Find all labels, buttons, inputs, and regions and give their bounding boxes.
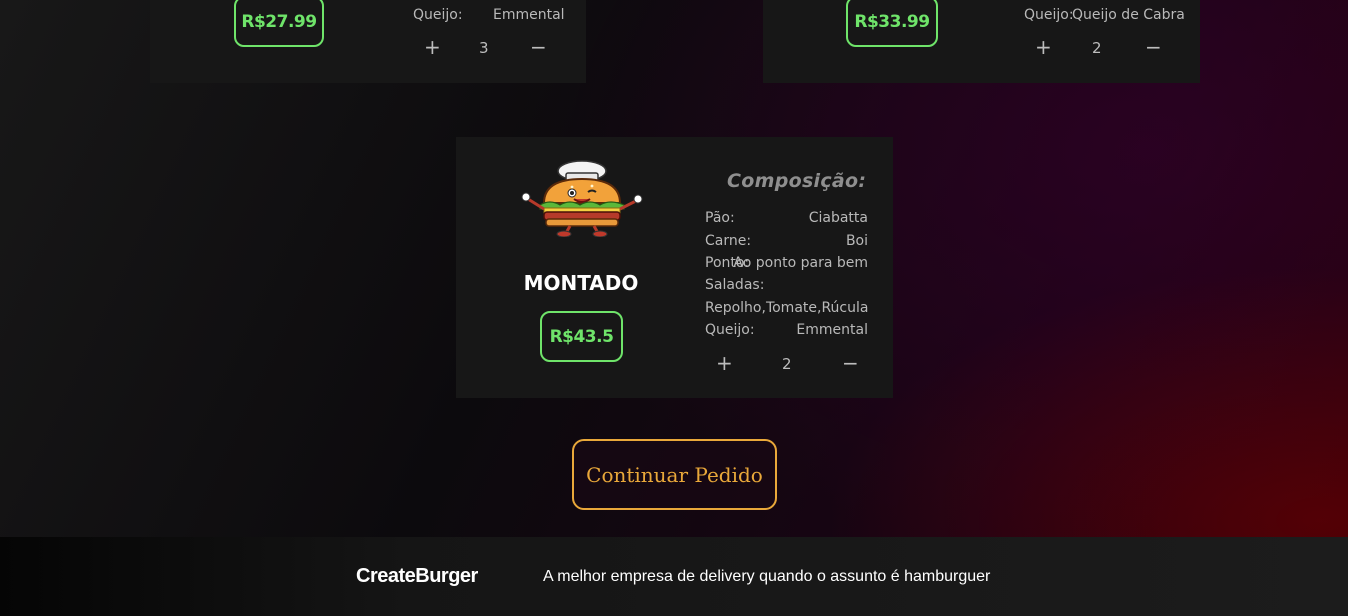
queijo-label: Queijo: <box>705 322 755 338</box>
decrease-quantity-button[interactable]: − <box>530 37 547 57</box>
burger-chef-mascot-icon <box>521 160 643 237</box>
increase-quantity-button[interactable]: + <box>424 37 441 57</box>
decrease-quantity-button[interactable]: − <box>1145 37 1162 57</box>
price-badge: R$43.5 <box>540 311 623 362</box>
queijo-label: Queijo: <box>413 7 463 23</box>
burger-card-top-right: R$33.99 Queijo: Queijo de Cabra + 2 − <box>763 0 1200 83</box>
quantity-value: 2 <box>782 355 792 373</box>
ponto-value: Ao ponto para bem <box>733 255 868 271</box>
carne-label: Carne: <box>705 233 752 249</box>
queijo-label: Queijo: <box>1024 7 1074 23</box>
queijo-value: Queijo de Cabra <box>1072 7 1185 23</box>
saladas-label: Saladas: <box>705 277 765 293</box>
footer-brand: CreateBurger <box>356 565 478 587</box>
footer-tagline: A melhor empresa de delivery quando o as… <box>543 568 991 585</box>
pao-value: Ciabatta <box>808 210 868 226</box>
queijo-value: Emmental <box>796 322 868 338</box>
carne-value: Boi <box>845 233 868 249</box>
burger-card-top-left: R$27.99 Queijo: Emmental + 3 − <box>150 0 586 83</box>
increase-quantity-button[interactable]: + <box>716 353 733 373</box>
price-badge: R$33.99 <box>846 0 938 47</box>
composition-title: Composição: <box>727 170 867 192</box>
quantity-value: 2 <box>1092 39 1102 57</box>
increase-quantity-button[interactable]: + <box>1035 37 1052 57</box>
quantity-value: 3 <box>479 39 489 57</box>
pao-label: Pão: <box>705 210 735 226</box>
site-footer: CreateBurger A melhor empresa de deliver… <box>0 537 1348 616</box>
burger-card-montado: MONTADO R$43.5 Composição: Pão: Ciabatta… <box>456 137 893 398</box>
saladas-value: Repolho,Tomate,Rúcula <box>705 300 869 316</box>
queijo-value: Emmental <box>493 7 565 23</box>
continue-order-button[interactable]: Continuar Pedido <box>572 439 777 510</box>
burger-name: MONTADO <box>523 271 639 295</box>
price-badge: R$27.99 <box>234 0 324 47</box>
decrease-quantity-button[interactable]: − <box>842 353 859 373</box>
